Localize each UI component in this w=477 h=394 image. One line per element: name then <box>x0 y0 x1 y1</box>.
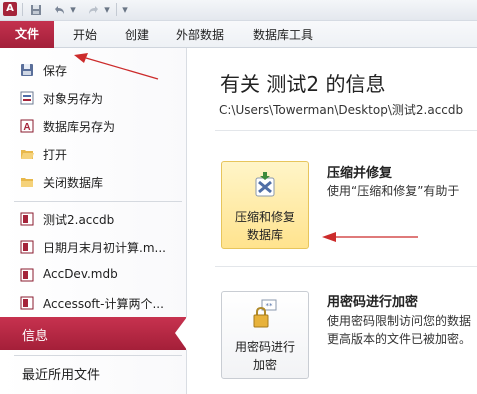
annotation-overlay <box>74 53 418 242</box>
annotation-arrow-file <box>74 53 159 80</box>
annotation-arrow-compact <box>322 232 418 242</box>
